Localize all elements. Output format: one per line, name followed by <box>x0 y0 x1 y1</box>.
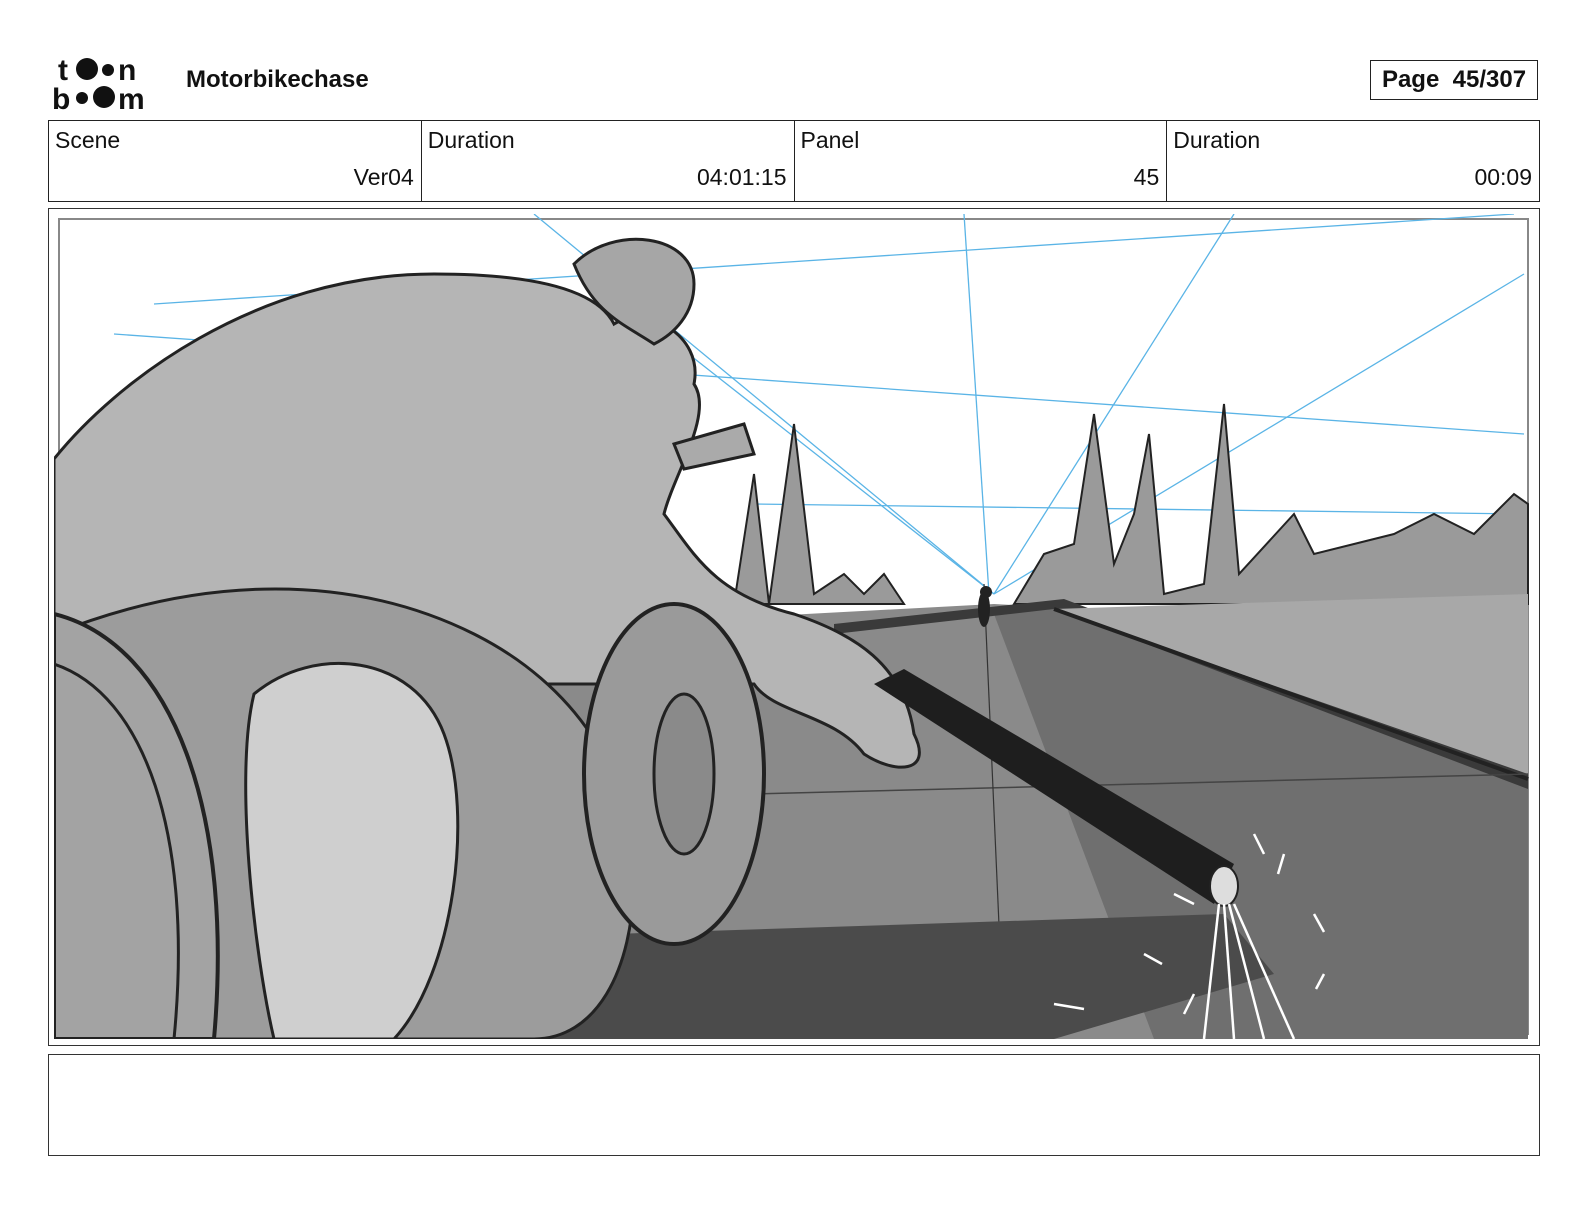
panel-duration-cell: Duration 00:09 <box>1167 121 1539 201</box>
scene-cell: Scene Ver04 <box>49 121 422 201</box>
panel-cell: Panel 45 <box>795 121 1168 201</box>
panel-value: 45 <box>1133 164 1160 190</box>
page-indicator: Page 45/307 <box>1370 60 1538 100</box>
panel-duration-value: 00:09 <box>1474 164 1532 190</box>
page-label: Page <box>1381 66 1440 93</box>
storyboard-panel <box>48 208 1540 1046</box>
panel-duration-label: Duration <box>1173 127 1261 153</box>
svg-text:m: m <box>118 83 145 112</box>
scene-label: Scene <box>55 127 121 153</box>
panel-label: Panel <box>800 127 860 153</box>
scene-duration-label: Duration <box>427 127 515 153</box>
notes-area <box>48 1054 1540 1156</box>
scene-duration-value: 04:01:15 <box>696 164 787 190</box>
page-number: 45/307 <box>1452 66 1527 93</box>
scene-duration-cell: Duration 04:01:15 <box>422 121 795 201</box>
storyboard-sketch-icon <box>54 214 1533 1039</box>
scene-value: Ver04 <box>353 164 414 190</box>
project-title: Motorbikechase <box>186 66 369 93</box>
toon-boom-logo: t n b m <box>52 54 145 112</box>
svg-text:b: b <box>52 83 70 112</box>
info-table: Scene Ver04 Duration 04:01:15 Panel 45 D… <box>48 120 1540 202</box>
